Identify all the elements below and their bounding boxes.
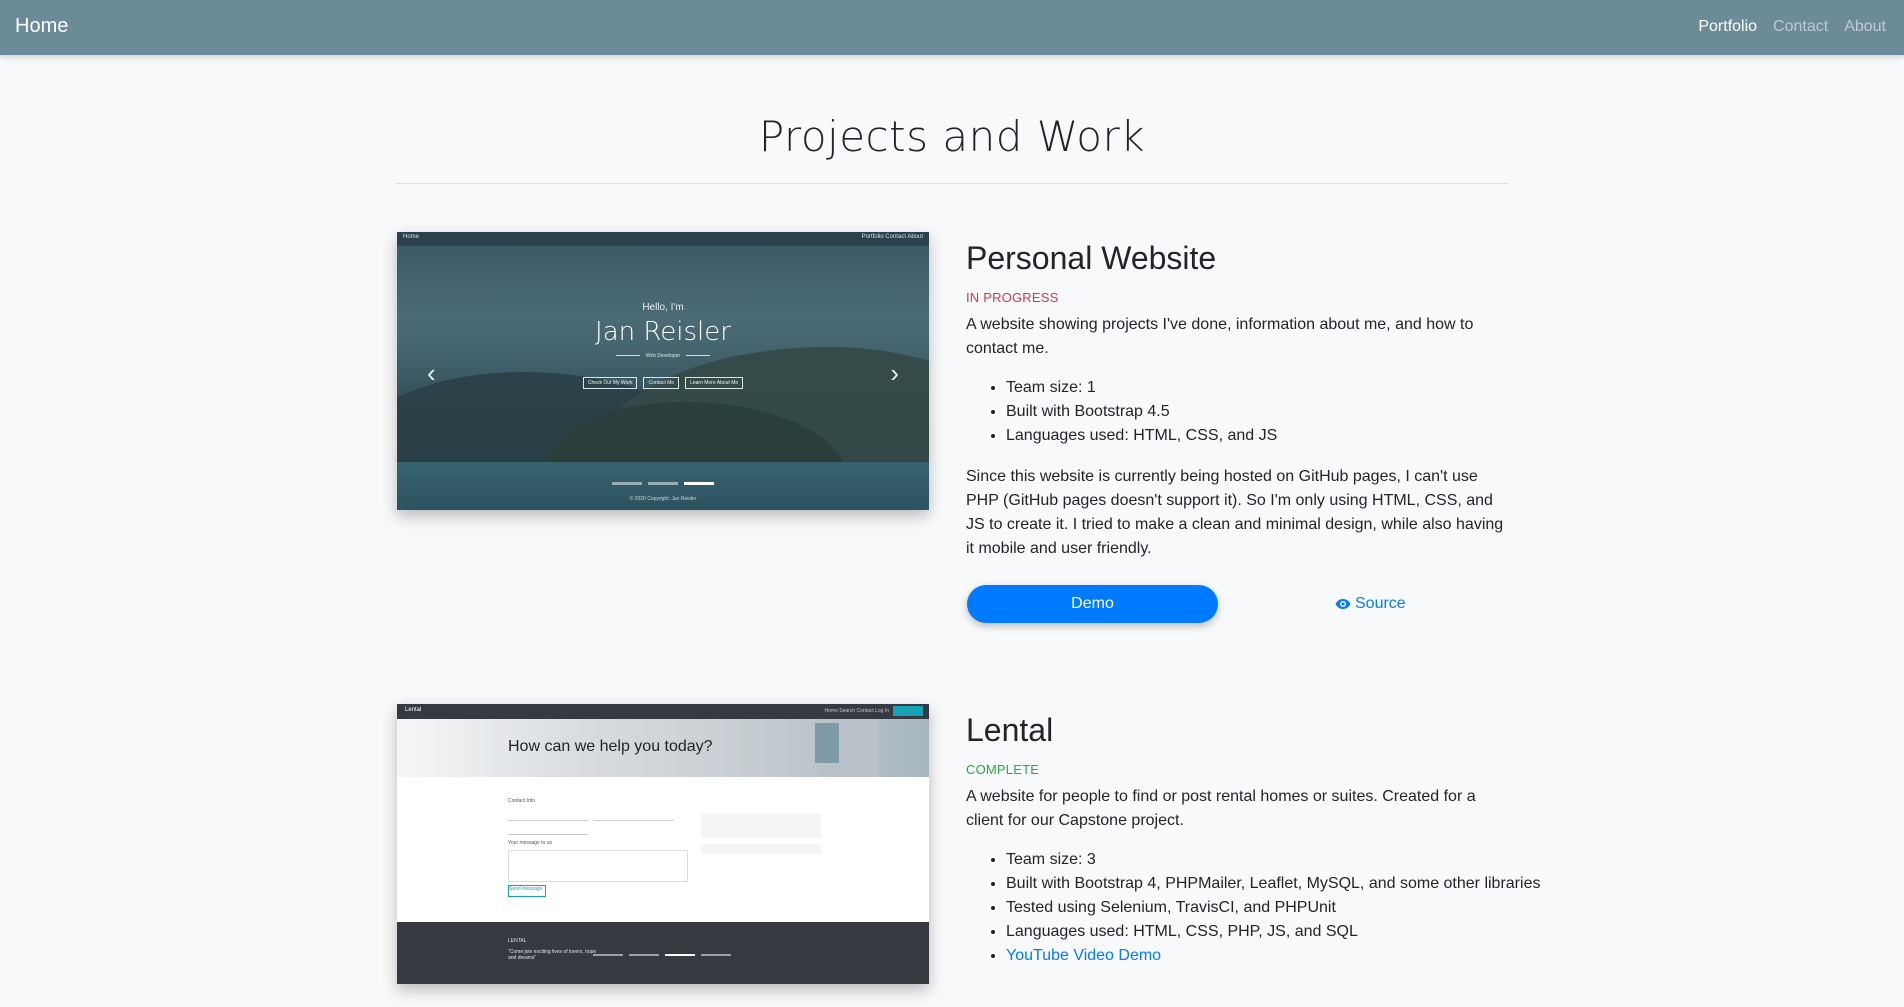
preview-footer-indicator xyxy=(701,954,731,956)
preview-button: Check Out My Work xyxy=(582,377,638,389)
project-features-list: Team size: 1 Built with Bootstrap 4.5 La… xyxy=(966,376,1546,448)
preview-footer: LENTAL "Come join exciting lives of love… xyxy=(397,922,929,984)
youtube-demo-link[interactable]: YouTube Video Demo xyxy=(1006,947,1161,964)
project-description: A website for people to find or post ren… xyxy=(966,788,1476,829)
navbar: Home Portfolio Contact About xyxy=(0,0,1904,55)
preview-button: Contact Me xyxy=(643,377,680,389)
nav-link-about[interactable]: About xyxy=(1844,18,1886,36)
list-item: Team size: 1 xyxy=(1006,376,1546,400)
list-item: Built with Bootstrap 4.5 xyxy=(1006,400,1546,424)
preview-footer-indicator xyxy=(665,954,695,956)
preview-navbar: Home Portfolio Contact About xyxy=(397,232,929,246)
preview-navbar: Lental Home Search Contact Log In xyxy=(397,704,929,719)
preview-footer-indicator xyxy=(593,954,623,956)
carousel-next-icon[interactable]: › xyxy=(890,360,899,386)
preview-textarea xyxy=(508,850,688,882)
nav-brand-home[interactable]: Home xyxy=(15,15,68,38)
carousel-indicators xyxy=(397,482,929,485)
preview-buttons: Check Out My Work Contact Me Learn More … xyxy=(397,377,929,389)
preview-register-button xyxy=(893,706,923,716)
page-title: Projects and Work xyxy=(758,112,1146,161)
preview-input xyxy=(508,828,588,835)
status-badge: COMPLETE xyxy=(966,762,1040,777)
preview-nav-links: Home Search Contact Log In xyxy=(824,708,889,714)
preview-footer-tagline: "Come join exciting lives of lovers, hop… xyxy=(508,949,597,961)
eye-icon xyxy=(1335,599,1351,609)
preview-hello: Hello, I'm xyxy=(642,302,684,313)
status-badge: IN PROGRESS xyxy=(966,290,1059,305)
preview-nav-links: Portfolio Contact About xyxy=(861,234,923,240)
preview-footer: © 2020 Copyright: Jan Reisler xyxy=(629,496,697,502)
preview-message-heading: Your message to us xyxy=(508,840,553,846)
preview-contact-heading: Contact Info xyxy=(508,798,535,804)
carousel-indicator[interactable] xyxy=(648,482,678,485)
preview-footer-brand: LENTAL xyxy=(508,938,527,944)
title-divider xyxy=(396,183,1508,184)
preview-name: Jan Reisler xyxy=(595,317,731,347)
preview-input xyxy=(594,814,674,821)
project-title: Lental xyxy=(966,712,1054,748)
nav-links: Portfolio Contact About xyxy=(1698,18,1886,36)
nav-link-portfolio[interactable]: Portfolio xyxy=(1698,18,1757,36)
source-link[interactable]: Source xyxy=(1335,595,1406,613)
nav-link-contact[interactable]: Contact xyxy=(1773,18,1828,36)
list-item: Built with Bootstrap 4, PHPMailer, Leafl… xyxy=(1006,872,1546,896)
list-item: Languages used: HTML, CSS, and JS xyxy=(1006,424,1546,448)
preview-subtitle: Web Developer xyxy=(397,353,929,359)
list-item: Tested using Selenium, TravisCI, and PHP… xyxy=(1006,896,1546,920)
project-details: Since this website is currently being ho… xyxy=(966,468,1504,557)
carousel-prev-icon[interactable]: ‹ xyxy=(427,360,436,386)
preview-quote-block xyxy=(701,844,821,854)
preview-send-button: Send message xyxy=(508,885,546,897)
list-item: Languages used: HTML, CSS, PHP, JS, and … xyxy=(1006,920,1546,944)
demo-button[interactable]: Demo xyxy=(967,585,1218,623)
list-item: Team size: 3 xyxy=(1006,848,1546,872)
carousel-indicator-active[interactable] xyxy=(684,482,714,485)
list-item: YouTube Video Demo xyxy=(1006,944,1546,968)
project-title: Personal Website xyxy=(966,240,1217,276)
project-description: A website showing projects I've done, in… xyxy=(966,316,1474,357)
carousel-indicator[interactable] xyxy=(612,482,642,485)
preview-quote-block xyxy=(701,814,821,838)
preview-input xyxy=(508,814,588,821)
preview-footer-indicator xyxy=(629,954,659,956)
preview-nav-brand: Home xyxy=(403,234,420,240)
preview-logo: Lental xyxy=(405,707,422,713)
project-features-list: Team size: 3 Built with Bootstrap 4, PHP… xyxy=(966,848,1546,968)
project-screenshot-personal-website[interactable]: Home Portfolio Contact About Hello, I'm … xyxy=(397,232,929,510)
preview-hero-text: How can we help you today? xyxy=(508,738,713,755)
project-screenshot-lental[interactable]: Lental Home Search Contact Log In How ca… xyxy=(397,704,929,984)
source-label: Source xyxy=(1355,595,1406,612)
hero-image-shape xyxy=(815,723,839,763)
preview-button: Learn More About Me xyxy=(685,377,744,389)
image-overlay xyxy=(397,232,929,510)
